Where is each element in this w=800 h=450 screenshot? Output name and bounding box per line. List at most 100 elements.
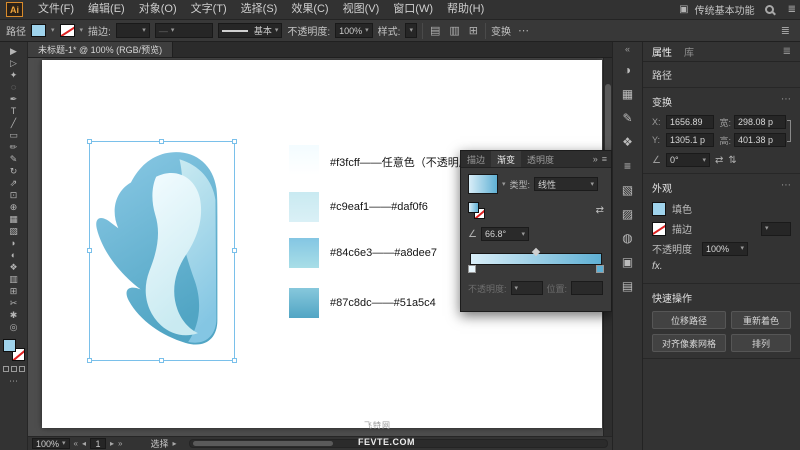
tab-gradient[interactable]: 渐变 [491,151,521,167]
edit-toolbar-icon[interactable]: ⋯ [9,376,18,387]
panel-menu-icon[interactable]: ≡ [602,154,607,164]
transform-label[interactable]: 变换 [491,23,511,38]
menu-select[interactable]: 选择(S) [234,0,285,19]
tool-selection[interactable]: ▶ [3,45,25,57]
more-options-icon[interactable]: ⋯ [781,94,791,109]
tool-mesh[interactable]: ▦ [3,213,25,225]
more-options-icon[interactable]: ⋯ [781,180,791,195]
tool-paintbrush[interactable]: ✏ [3,141,25,153]
selection-handle-ml[interactable] [87,248,92,253]
menu-file[interactable]: 文件(F) [31,0,81,19]
stroke-weight-field[interactable]: ▾ [761,222,791,236]
menu-edit[interactable]: 编辑(E) [81,0,132,19]
fill-color-swatch[interactable] [31,24,46,37]
tool-gradient[interactable]: ▧ [3,225,25,237]
menu-effect[interactable]: 效果(C) [284,0,335,19]
stroke-weight-stepper[interactable]: ▾ [116,23,150,38]
symbols-panel-icon[interactable]: ❖ [617,131,639,153]
flip-vertical-icon[interactable]: ⇅ [728,155,736,166]
selection-handle-bl[interactable] [87,358,92,363]
tool-slice[interactable]: ✂ [3,297,25,309]
selection-handle-tl[interactable] [87,139,92,144]
stroke-color-swatch[interactable] [60,24,75,37]
stroke-panel-icon[interactable]: ≡ [617,155,639,177]
collapse-panel-icon[interactable]: » [593,154,598,164]
stroke-caret-icon[interactable]: ▾ [80,27,84,34]
selection-handle-tr[interactable] [232,139,237,144]
menu-view[interactable]: 视图(V) [336,0,387,19]
swatches-panel-icon[interactable]: ▦ [617,83,639,105]
tool-zoom[interactable]: ◎ [3,321,25,333]
arrange-button[interactable]: 排列 [731,334,791,352]
bird-logo-artwork[interactable] [94,146,230,358]
stop-position-field[interactable] [571,281,603,295]
gradient-slider[interactable] [468,249,604,273]
gradient-swatch-1[interactable] [289,145,319,175]
gradient-stop-end[interactable] [596,265,604,273]
tool-free-transform[interactable]: ⊡ [3,189,25,201]
selection-handle-tc[interactable] [159,139,164,144]
menu-help[interactable]: 帮助(H) [440,0,491,19]
selection-handle-bc[interactable] [159,358,164,363]
selection-handle-br[interactable] [232,358,237,363]
panel-menu-icon[interactable]: ≣ [783,46,791,57]
tool-pen[interactable]: ✒ [3,93,25,105]
fill-caret-icon[interactable]: ▾ [51,27,55,34]
tool-rotate[interactable]: ↻ [3,165,25,177]
more-options-icon[interactable]: ⋯ [516,24,531,37]
app-bar-menu-icon[interactable]: ≣ [788,4,796,15]
align-objects-icon[interactable]: ▤ [428,24,442,37]
width-profile-select[interactable]: —▾ [155,23,213,38]
gradient-swatch-3[interactable] [289,238,319,268]
fill-color-swatch[interactable] [652,202,666,216]
gradient-preview[interactable] [468,174,498,194]
x-field[interactable]: 1656.89 [666,115,714,129]
appearance-panel-icon[interactable]: ◍ [617,227,639,249]
tool-hand[interactable]: ✱ [3,309,25,321]
tool-magic-wand[interactable]: ✦ [3,69,25,81]
app-logo[interactable]: Ai [6,2,23,17]
menu-type[interactable]: 文字(T) [184,0,234,19]
width-field[interactable]: 298.08 p [734,115,786,129]
control-panel-menu-icon[interactable]: ≣ [781,24,794,37]
tab-libraries[interactable]: 库 [684,44,694,59]
prev-artboard-icon[interactable]: ◂ [82,439,86,448]
status-menu-icon[interactable]: ▸ [173,439,177,448]
brushes-panel-icon[interactable]: ✎ [617,107,639,129]
y-field[interactable]: 1305.1 p [666,133,714,147]
last-artboard-icon[interactable]: » [118,439,122,448]
offset-path-button[interactable]: 位移路径 [652,311,726,329]
canvas[interactable]: #f3fcff——任意色（不透明度0） #c9eaf1——#daf0f6 #84… [28,58,612,436]
gradient-type-select[interactable]: 线性▾ [534,177,598,191]
align-pixel-grid-button[interactable]: 对齐像素网格 [652,334,726,352]
reverse-gradient-icon[interactable]: ⇄ [596,205,604,216]
draw-inside-icon[interactable] [19,366,25,372]
search-icon[interactable] [765,5,774,14]
tool-blend[interactable]: ◐ [3,249,25,261]
graphic-styles-panel-icon[interactable]: ▣ [617,251,639,273]
tool-column-graph[interactable]: ▥ [3,273,25,285]
tool-artboard[interactable]: ⊞ [3,285,25,297]
color-panel-icon[interactable]: ◑ [617,59,639,81]
height-field[interactable]: 401.38 p [734,133,786,147]
tool-pencil[interactable]: ✎ [3,153,25,165]
layers-panel-icon[interactable]: ▤ [617,275,639,297]
tool-line-segment[interactable]: ╱ [3,117,25,129]
gradient-panel-icon[interactable]: ▧ [617,179,639,201]
fill-stroke-indicator[interactable] [3,339,25,361]
tool-type[interactable]: T [3,105,25,117]
gradient-swatch-4[interactable] [289,288,319,318]
expand-panels-icon[interactable]: « [625,44,630,57]
rotation-field[interactable]: 0°▾ [666,153,710,167]
menu-object[interactable]: 对象(O) [132,0,184,19]
gradient-swatch-2[interactable] [289,192,319,222]
gradient-preset-caret-icon[interactable]: ▾ [502,181,506,188]
artboard-number-field[interactable]: 1 [90,438,106,449]
tool-shape-builder[interactable]: ⊕ [3,201,25,213]
distribute-objects-icon[interactable]: ▥ [447,24,461,37]
arrange-documents-icon[interactable]: ▣ [679,4,688,15]
tab-properties[interactable]: 属性 [652,44,672,59]
draw-behind-icon[interactable] [11,366,17,372]
workspace-switcher[interactable]: 传统基本功能 [695,2,755,17]
stroke-color-swatch[interactable] [652,222,666,236]
